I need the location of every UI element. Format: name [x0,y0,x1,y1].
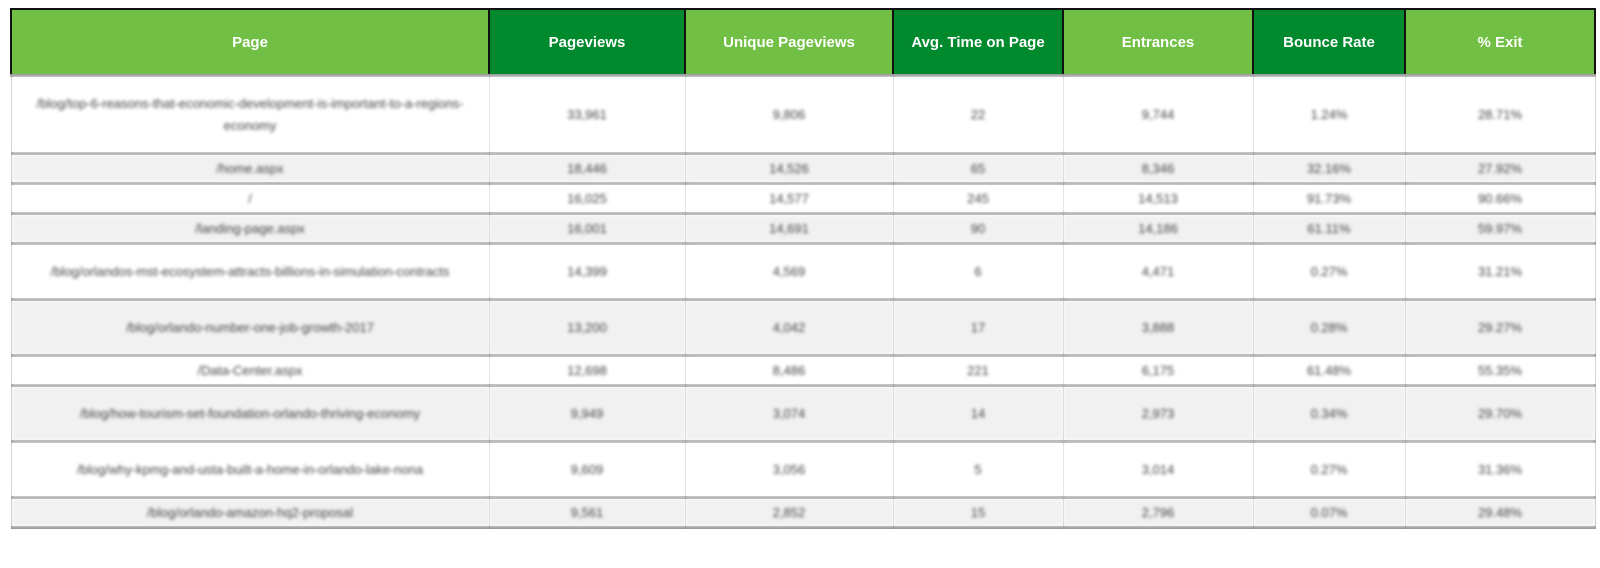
analytics-table-container: Page Pageviews Unique Pageviews Avg. Tim… [10,8,1596,529]
row-unique-pageviews: 3,074 [684,384,894,443]
row-bounce-rate: 0.27% [1252,242,1406,301]
row-pageviews: 18,446 [488,152,686,185]
row-bounce-rate: 0.28% [1252,298,1406,357]
row-avg-time: 245 [892,182,1064,215]
row-avg-time: 6 [892,242,1064,301]
table-row: /home.aspx 18,446 14,526 65 8,346 32.16% 27.92… [10,152,1596,185]
row-exit: 59.97% [1404,212,1596,245]
top-pages-table: Page Pageviews Unique Pageviews Avg. Tim… [10,8,1596,529]
row-page[interactable]: / [10,182,490,215]
header-exit[interactable]: % Exit [1404,8,1596,77]
header-avg-time-on-page[interactable]: Avg. Time on Page [892,8,1064,77]
table-row: /landing-page.aspx 16,001 14,691 90 14,186 61… [10,212,1596,245]
row-pageviews: 12,698 [488,354,686,387]
header-bounce-rate[interactable]: Bounce Rate [1252,8,1406,77]
row-unique-pageviews: 3,056 [684,440,894,499]
row-unique-pageviews: 4,569 [684,242,894,301]
header-entrances[interactable]: Entrances [1062,8,1254,77]
table-row: /blog/why-kpmg-and-usta-built-a-home-in-… [10,440,1596,499]
row-avg-time: 65 [892,152,1064,185]
row-exit: 28.71% [1404,74,1596,155]
row-entrances: 8,346 [1062,152,1254,185]
row-avg-time: 5 [892,440,1064,499]
row-bounce-rate: 61.48% [1252,354,1406,387]
row-avg-time: 15 [892,496,1064,529]
row-unique-pageviews: 14,526 [684,152,894,185]
row-exit: 55.35% [1404,354,1596,387]
row-exit: 29.70% [1404,384,1596,443]
row-page[interactable]: /blog/top-6-reasons-that-economic-develo… [10,74,490,155]
row-page[interactable]: /home.aspx [10,152,490,185]
row-exit: 29.27% [1404,298,1596,357]
table-row: /blog/how-tourism-set-foundation-orlando… [10,384,1596,443]
row-entrances: 14,186 [1062,212,1254,245]
row-bounce-rate: 0.27% [1252,440,1406,499]
row-bounce-rate: 91.73% [1252,182,1406,215]
row-entrances: 3,014 [1062,440,1254,499]
row-avg-time: 90 [892,212,1064,245]
row-pageviews: 33,961 [488,74,686,155]
row-entrances: 2,973 [1062,384,1254,443]
row-entrances: 4,471 [1062,242,1254,301]
table-row: /blog/orlando-number-one-job-growth-2017… [10,298,1596,357]
row-exit: 31.36% [1404,440,1596,499]
row-unique-pageviews: 2,852 [684,496,894,529]
row-pageviews: 9,561 [488,496,686,529]
row-avg-time: 17 [892,298,1064,357]
row-unique-pageviews: 4,042 [684,298,894,357]
row-unique-pageviews: 8,486 [684,354,894,387]
table-row: /blog/orlandos-mst-ecosystem-attracts-bi… [10,242,1596,301]
row-page[interactable]: /landing-page.aspx [10,212,490,245]
row-page[interactable]: /blog/orlando-amazon-hq2-proposal [10,496,490,529]
row-bounce-rate: 0.34% [1252,384,1406,443]
row-exit: 31.21% [1404,242,1596,301]
row-entrances: 14,513 [1062,182,1254,215]
row-bounce-rate: 32.16% [1252,152,1406,185]
row-entrances: 3,888 [1062,298,1254,357]
table-row: /Data-Center.aspx 12,698 8,486 221 6,175 61.4… [10,354,1596,387]
row-avg-time: 221 [892,354,1064,387]
row-entrances: 2,796 [1062,496,1254,529]
header-unique-pageviews[interactable]: Unique Pageviews [684,8,894,77]
row-entrances: 9,744 [1062,74,1254,155]
row-pageviews: 9,609 [488,440,686,499]
row-pageviews: 16,001 [488,212,686,245]
row-page[interactable]: /blog/orlandos-mst-ecosystem-attracts-bi… [10,242,490,301]
row-pageviews: 16,025 [488,182,686,215]
row-exit: 90.66% [1404,182,1596,215]
row-page[interactable]: /Data-Center.aspx [10,354,490,387]
row-pageviews: 9,949 [488,384,686,443]
header-pageviews[interactable]: Pageviews [488,8,686,77]
header-page[interactable]: Page [10,8,490,77]
row-bounce-rate: 1.24% [1252,74,1406,155]
row-exit: 27.92% [1404,152,1596,185]
row-exit: 29.48% [1404,496,1596,529]
table-row: /16,025 14,577 245 14,513 91.73% 90.66% [10,182,1596,215]
row-unique-pageviews: 14,691 [684,212,894,245]
row-avg-time: 14 [892,384,1064,443]
row-bounce-rate: 61.11% [1252,212,1406,245]
row-avg-time: 22 [892,74,1064,155]
table-header-row: Page Pageviews Unique Pageviews Avg. Tim… [10,8,1596,77]
row-unique-pageviews: 9,806 [684,74,894,155]
row-page[interactable]: /blog/orlando-number-one-job-growth-2017 [10,298,490,357]
table-row: /blog/orlando-amazon-hq2-proposal 9,561 2,… [10,496,1596,529]
row-bounce-rate: 0.07% [1252,496,1406,529]
row-page[interactable]: /blog/why-kpmg-and-usta-built-a-home-in-… [10,440,490,499]
row-unique-pageviews: 14,577 [684,182,894,215]
table-row: /blog/top-6-reasons-that-economic-develo… [10,74,1596,155]
row-pageviews: 14,399 [488,242,686,301]
row-pageviews: 13,200 [488,298,686,357]
row-page[interactable]: /blog/how-tourism-set-foundation-orlando… [10,384,490,443]
row-entrances: 6,175 [1062,354,1254,387]
